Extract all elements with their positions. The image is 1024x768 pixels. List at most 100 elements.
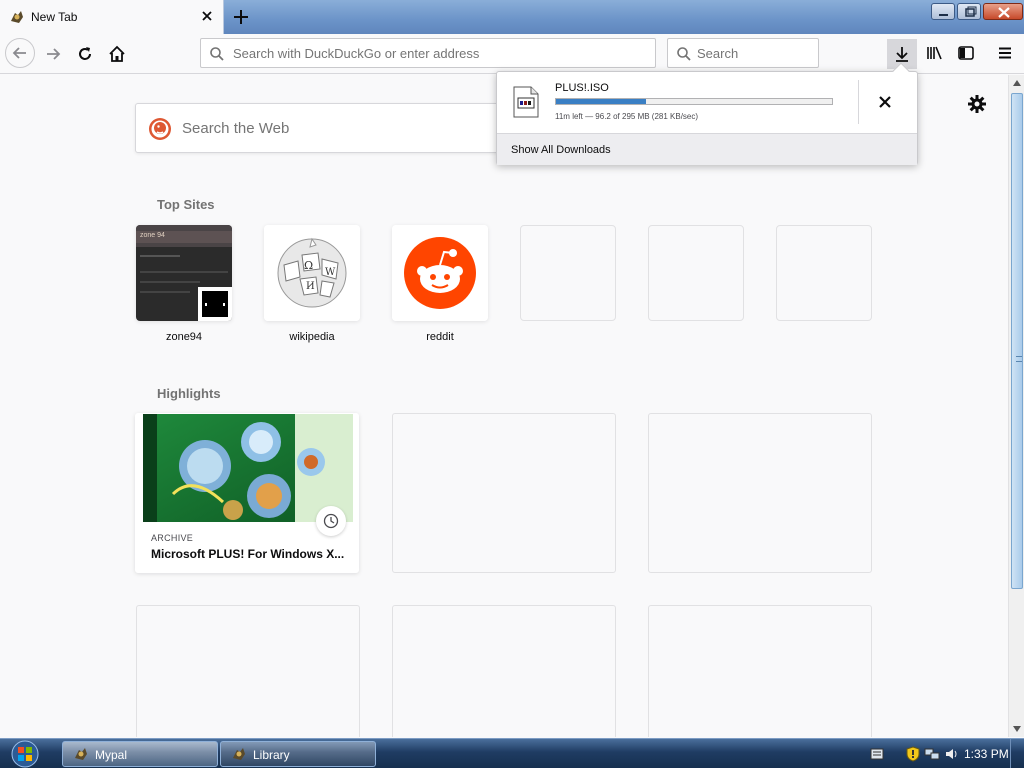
home-icon: [109, 45, 125, 62]
download-arrow-icon: [896, 47, 908, 62]
highlight-empty-slot: [136, 605, 360, 737]
top-site-label[interactable]: zone94: [136, 331, 232, 343]
tab-title: New Tab: [31, 10, 78, 24]
search-input[interactable]: [697, 39, 813, 67]
top-site-empty-slot: [776, 225, 872, 321]
taskbar-item-library[interactable]: Library: [220, 741, 376, 767]
vertical-scrollbar[interactable]: [1008, 75, 1024, 737]
new-tab-page: Top Sites zone 94 Ω W И: [0, 75, 1008, 737]
show-all-downloads-label: Show All Downloads: [511, 144, 611, 156]
highlight-empty-slot: [392, 605, 616, 737]
mypal-app-icon: [75, 748, 87, 760]
library-icon: [927, 46, 942, 60]
highlight-empty-slot: [648, 413, 872, 573]
highlight-empty-slot: [392, 413, 616, 573]
download-progress-fill: [556, 99, 646, 104]
home-button[interactable]: [103, 40, 131, 68]
duckduckgo-logo-icon: [149, 118, 171, 140]
scroll-down-button[interactable]: [1009, 721, 1024, 737]
close-icon: [879, 96, 891, 108]
network-icon[interactable]: [924, 747, 940, 761]
scroll-up-button[interactable]: [1009, 75, 1024, 91]
highlights-heading: Highlights: [157, 386, 221, 401]
title-bar: New Tab: [0, 0, 1024, 34]
cancel-download-button[interactable]: [875, 92, 895, 112]
download-status: 11m left — 96.2 of 295 MB (281 KB/sec): [555, 112, 699, 121]
svg-text:W: W: [325, 267, 336, 278]
clock-icon: [323, 513, 339, 529]
address-input[interactable]: [233, 39, 643, 67]
highlight-preview-image: [143, 414, 353, 522]
reload-button[interactable]: [71, 40, 99, 68]
tab-new-tab[interactable]: New Tab: [0, 0, 224, 34]
web-search-box[interactable]: [135, 103, 515, 153]
security-shield-icon[interactable]: [906, 746, 920, 762]
search-bar[interactable]: [667, 38, 819, 68]
search-icon: [210, 47, 224, 61]
scrollbar-grip: [1016, 356, 1022, 362]
download-filename: PLUS!.ISO: [555, 82, 609, 94]
scroll-up-arrow-icon: [1013, 80, 1021, 86]
mypal-app-icon: [233, 748, 245, 760]
restore-button[interactable]: [957, 3, 981, 20]
download-progress-bar: [555, 98, 833, 105]
top-site-reddit[interactable]: [392, 225, 488, 321]
close-window-icon: [998, 7, 1010, 18]
svg-text:И: И: [306, 281, 315, 292]
reddit-logo-icon: [392, 225, 488, 321]
highlight-title: Microsoft PLUS! For Windows X...: [151, 547, 345, 561]
top-site-wikipedia[interactable]: Ω W И: [264, 225, 360, 321]
file-icon: [513, 86, 539, 118]
search-icon: [677, 47, 691, 61]
highlight-source: ARCHIVE: [151, 533, 194, 543]
navigation-toolbar: [0, 34, 1024, 74]
windows-taskbar: Mypal Library 1:33 PM: [0, 738, 1024, 768]
highlight-empty-slot: [648, 605, 872, 737]
scrollbar-thumb[interactable]: [1011, 93, 1023, 589]
top-site-label[interactable]: reddit: [392, 331, 488, 343]
top-site-empty-slot: [520, 225, 616, 321]
highlight-card[interactable]: ARCHIVE Microsoft PLUS! For Windows X...: [135, 413, 359, 573]
windows-start-orb-icon: [11, 740, 39, 768]
taskbar-clock[interactable]: 1:33 PM: [964, 747, 1009, 761]
gear-icon[interactable]: [966, 93, 988, 115]
show-all-downloads-button[interactable]: Show All Downloads: [497, 133, 917, 165]
clock-icon-badge: [316, 506, 346, 536]
web-search-input[interactable]: [182, 114, 502, 142]
mypal-favicon-icon: [11, 11, 23, 23]
svg-text:Ω: Ω: [304, 259, 313, 272]
start-button[interactable]: [6, 740, 44, 768]
taskbar-item-label: Mypal: [95, 748, 128, 762]
volume-icon[interactable]: [944, 747, 960, 761]
minimize-button[interactable]: [931, 3, 955, 20]
svg-text:zone 94: zone 94: [140, 232, 165, 239]
restore-icon: [965, 6, 977, 17]
scroll-down-arrow-icon: [1013, 726, 1021, 732]
window-controls: [929, 3, 1023, 21]
forward-button[interactable]: [39, 40, 67, 68]
keyboard-icon[interactable]: [870, 748, 884, 760]
back-button[interactable]: [5, 38, 35, 68]
wikipedia-globe-icon: Ω W И: [264, 225, 360, 321]
close-window-button[interactable]: [983, 3, 1023, 20]
top-site-label[interactable]: wikipedia: [264, 331, 360, 343]
top-sites-heading: Top Sites: [157, 197, 215, 212]
reload-icon: [79, 47, 91, 60]
top-site-zone94[interactable]: zone 94: [136, 225, 232, 321]
zone94-screenshot: zone 94: [136, 225, 232, 321]
new-tab-plus-icon[interactable]: [230, 6, 252, 28]
divider: [858, 80, 859, 124]
sidebar-icon: [958, 46, 974, 60]
taskbar-item-mypal[interactable]: Mypal: [62, 741, 218, 767]
top-site-empty-slot: [648, 225, 744, 321]
show-desktop-button[interactable]: [1010, 739, 1024, 768]
sidebar-button[interactable]: [953, 40, 979, 66]
library-button[interactable]: [922, 40, 948, 66]
taskbar-item-label: Library: [253, 748, 290, 762]
downloads-panel: PLUS!.ISO 11m left — 96.2 of 295 MB (281…: [496, 62, 918, 165]
close-tab-icon[interactable]: [198, 7, 216, 25]
forward-arrow-icon: [47, 48, 61, 60]
minimize-icon: [939, 14, 948, 16]
address-bar[interactable]: [200, 38, 656, 68]
menu-button[interactable]: [992, 40, 1018, 66]
